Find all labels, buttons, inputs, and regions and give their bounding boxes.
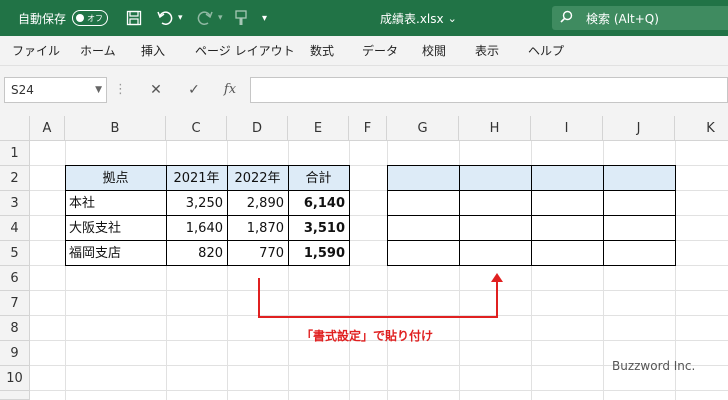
- customize-toolbar-icon[interactable]: ▾: [262, 0, 267, 36]
- autosave-control[interactable]: 自動保存 オフ: [18, 0, 109, 36]
- ribbon-tabs: ファイル ホーム 挿入 ページ レイアウト 数式 データ 校閲 表示 ヘルプ: [0, 36, 728, 66]
- search-box[interactable]: 検索 (Alt+Q): [552, 6, 728, 30]
- cancel-icon[interactable]: ✕: [144, 77, 168, 103]
- tab-page-layout[interactable]: ページ レイアウト: [195, 36, 295, 66]
- autosave-toggle[interactable]: オフ: [72, 10, 109, 26]
- tab-home[interactable]: ホーム: [80, 36, 116, 66]
- undo-dropdown-icon[interactable]: ▾: [178, 0, 183, 36]
- redo-dropdown-icon[interactable]: ▾: [218, 0, 223, 36]
- more-options-icon[interactable]: ⋮: [114, 77, 127, 103]
- tab-formulas[interactable]: 数式: [310, 36, 334, 66]
- name-box-value: S24: [11, 83, 34, 97]
- autosave-state: オフ: [87, 13, 104, 23]
- paste-arrow: [258, 273, 503, 318]
- tab-data[interactable]: データ: [362, 36, 398, 66]
- search-icon: [552, 10, 580, 27]
- formula-input[interactable]: [250, 77, 728, 103]
- tab-help[interactable]: ヘルプ: [528, 36, 564, 66]
- file-name: 成績表.xlsx: [380, 11, 444, 26]
- worksheet-grid: A B C D E F G H I J K 1 2 3 4 5 6 7 8 9 …: [0, 116, 728, 400]
- excel-window: 自動保存 オフ ▾ ▾ ▾ 成績表.xlsx ⌄ 検索 (Alt+Q) ファイル…: [0, 0, 728, 400]
- document-title[interactable]: 成績表.xlsx ⌄: [380, 0, 457, 36]
- format-painter-icon[interactable]: [234, 0, 248, 36]
- search-placeholder: 検索 (Alt+Q): [586, 11, 659, 26]
- redo-icon[interactable]: [196, 0, 214, 36]
- insert-function-icon[interactable]: fx: [218, 77, 242, 103]
- tab-file[interactable]: ファイル: [12, 36, 60, 66]
- chevron-down-icon[interactable]: ▼: [95, 78, 102, 102]
- tab-insert[interactable]: 挿入: [141, 36, 165, 66]
- chevron-down-icon: ⌄: [447, 11, 457, 25]
- formula-bar: S24 ▼ ⋮ ✕ ✓ fx: [0, 66, 728, 116]
- watermark: Buzzword Inc.: [612, 359, 696, 373]
- save-icon[interactable]: [126, 0, 142, 36]
- autosave-label: 自動保存: [18, 11, 67, 26]
- name-box[interactable]: S24 ▼: [4, 77, 107, 103]
- enter-icon[interactable]: ✓: [182, 77, 206, 103]
- annotation-label: 「書式設定」で貼り付け: [301, 329, 434, 343]
- title-bar: 自動保存 オフ ▾ ▾ ▾ 成績表.xlsx ⌄ 検索 (Alt+Q): [0, 0, 728, 36]
- tab-view[interactable]: 表示: [475, 36, 499, 66]
- tab-review[interactable]: 校閲: [422, 36, 446, 66]
- undo-icon[interactable]: [156, 0, 174, 36]
- toggle-knob-icon: [76, 14, 85, 22]
